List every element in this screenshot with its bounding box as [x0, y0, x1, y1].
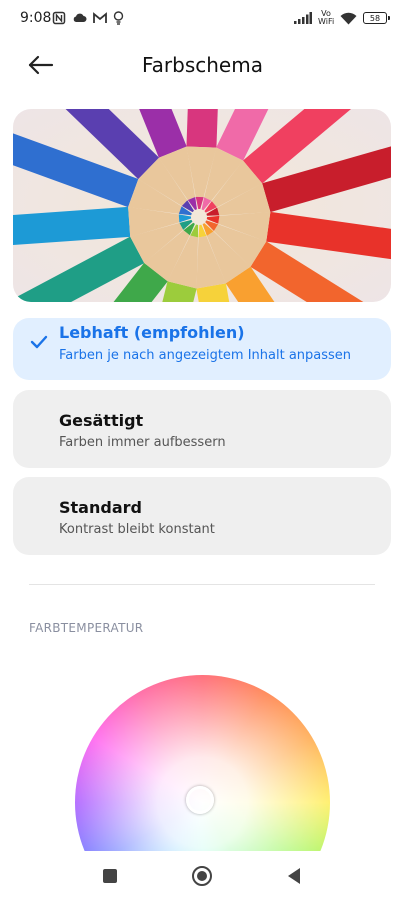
navigation-bar	[0, 851, 405, 900]
divider	[29, 584, 375, 585]
option-title: Lebhaft (empfohlen)	[59, 323, 245, 342]
nfc-icon	[52, 11, 66, 25]
option-title: Gesättigt	[59, 411, 144, 430]
vowifi-bottom: WiFi	[318, 17, 335, 26]
color-wheel-center-fade	[75, 675, 330, 851]
header: Farbschema	[0, 44, 405, 88]
square-icon	[103, 869, 117, 883]
option-subtitle: Farben immer aufbessern	[59, 435, 226, 450]
vowifi-indicator: Vo WiFi	[318, 10, 334, 26]
battery-icon: 58	[363, 12, 390, 24]
triangle-back-icon	[288, 868, 300, 884]
wifi-icon	[340, 12, 357, 24]
option-saturated[interactable]: Gesättigt Farben immer aufbessern	[13, 390, 391, 468]
section-label-color-temperature: FARBTEMPERATUR	[29, 621, 144, 635]
status-bar: 9:08 Vo WiFi 58	[0, 0, 405, 40]
cloud-icon	[73, 13, 87, 22]
option-title: Standard	[59, 498, 142, 517]
option-subtitle: Kontrast bleibt konstant	[59, 522, 215, 537]
system-icons: Vo WiFi 58	[294, 10, 390, 26]
circle-home-icon	[192, 866, 212, 886]
bulb-icon	[113, 11, 124, 25]
status-time: 9:08	[20, 10, 52, 26]
color-temperature-wheel[interactable]	[75, 675, 330, 851]
color-wheel-handle[interactable]	[186, 786, 214, 814]
notification-icons	[52, 11, 124, 25]
option-subtitle: Farben je nach angezeigtem Inhalt anpass…	[59, 348, 352, 363]
option-standard[interactable]: Standard Kontrast bleibt konstant	[13, 477, 391, 555]
gmail-icon	[93, 12, 107, 23]
check-icon	[30, 335, 48, 349]
home-button[interactable]	[191, 865, 213, 887]
preview-image-colored-pencils	[13, 109, 391, 302]
pencils-illustration	[13, 109, 391, 302]
recents-button[interactable]	[99, 865, 121, 887]
option-vivid[interactable]: Lebhaft (empfohlen) Farben je nach angez…	[13, 318, 391, 380]
page-title: Farbschema	[142, 53, 263, 77]
nav-back-button[interactable]	[283, 865, 305, 887]
signal-icon	[294, 12, 312, 24]
